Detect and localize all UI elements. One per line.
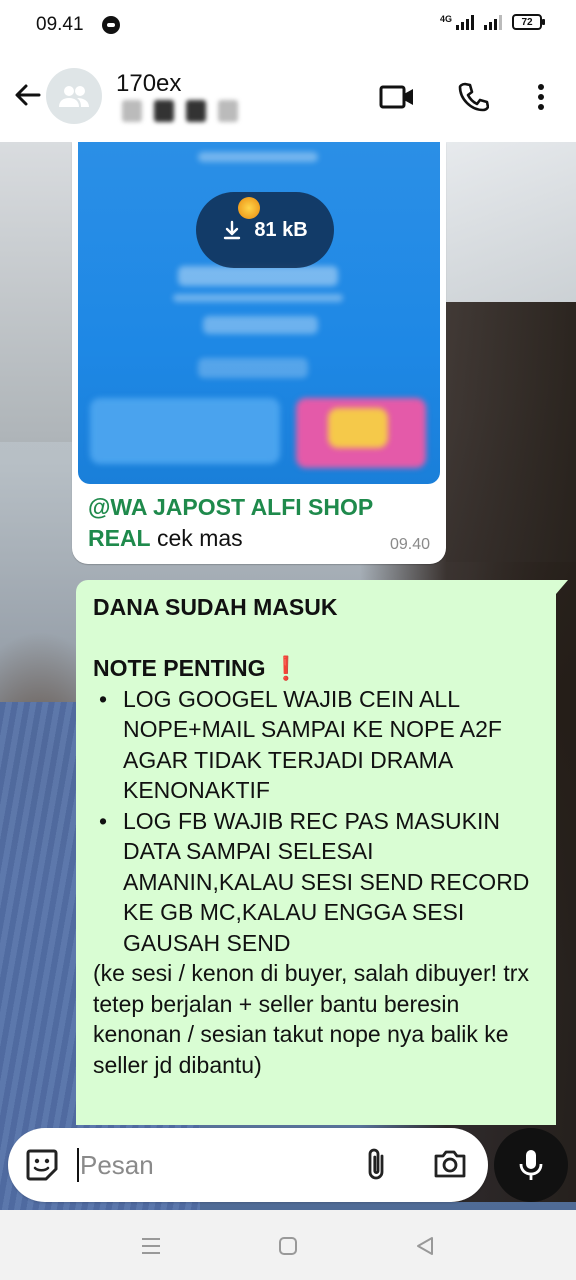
incoming-message-bubble[interactable]: 81 kB @WA JAPOST ALFI SHOP REAL cek mas …	[72, 142, 446, 564]
incoming-text: cek mas	[150, 525, 243, 551]
video-call-icon[interactable]	[378, 78, 416, 116]
chat-header: 170ex	[0, 50, 576, 142]
outgoing-text: DANA SUDAH MASUK NOTE PENTING ❗ LOG GOOG…	[93, 592, 543, 1080]
more-vert-icon[interactable]	[522, 78, 560, 116]
recents-icon[interactable]	[137, 1232, 165, 1260]
back-nav-icon[interactable]	[411, 1232, 439, 1260]
chat-subtitle-redacted	[122, 100, 238, 122]
download-button[interactable]: 81 kB	[196, 192, 334, 268]
note-footer: (ke sesi / kenon di buyer, salah dibuyer…	[93, 960, 529, 1078]
incoming-timestamp: 09.40	[389, 536, 430, 553]
battery-level: 72	[521, 16, 533, 28]
status-bar: 09.41 4G 72	[0, 0, 576, 50]
exclamation-emoji: ❗	[271, 655, 301, 681]
outgoing-message-bubble[interactable]: DANA SUDAH MASUK NOTE PENTING ❗ LOG GOOG…	[76, 580, 568, 1125]
group-avatar-icon[interactable]	[46, 68, 102, 124]
blurred-image-preview[interactable]: 81 kB	[78, 142, 440, 484]
chat-title[interactable]: 170ex	[116, 70, 181, 98]
camera-icon[interactable]	[432, 1148, 470, 1182]
status-time: 09.41	[36, 14, 84, 35]
home-icon[interactable]	[274, 1232, 302, 1260]
note-item: LOG GOOGEL WAJIB CEIN ALL NOPE+MAIL SAMP…	[93, 684, 543, 806]
note-list: LOG GOOGEL WAJIB CEIN ALL NOPE+MAIL SAMP…	[93, 684, 543, 959]
microphone-button[interactable]	[494, 1128, 568, 1202]
microphone-icon	[519, 1150, 543, 1180]
sticker-emoji-icon[interactable]	[24, 1147, 60, 1183]
download-icon	[224, 220, 241, 240]
message-composer[interactable]: Pesan	[8, 1128, 488, 1202]
sparkle-decoration	[238, 197, 260, 219]
phone-icon[interactable]	[454, 78, 492, 116]
outgoing-line-1: DANA SUDAH MASUK	[93, 594, 338, 620]
note-heading: NOTE PENTING ❗	[93, 655, 301, 681]
message-input[interactable]: Pesan	[80, 1150, 154, 1181]
battery-icon: 72	[512, 14, 545, 30]
attach-icon[interactable]	[360, 1146, 396, 1184]
status-indicators: 4G 72	[439, 14, 545, 30]
wallpaper-window-left	[0, 142, 72, 442]
back-arrow-icon[interactable]	[12, 80, 42, 110]
system-navigation-bar	[0, 1210, 576, 1280]
signal-icon	[456, 14, 474, 30]
download-size: 81 kB	[254, 218, 308, 241]
note-item: LOG FB WAJIB REC PAS MASUKIN DATA SAMPAI…	[93, 806, 543, 959]
network-type: 4G	[439, 14, 452, 24]
notification-icon	[102, 16, 120, 34]
text-cursor	[77, 1148, 79, 1182]
incoming-caption: @WA JAPOST ALFI SHOP REAL cek mas	[88, 492, 418, 554]
signal-icon-2	[484, 14, 502, 30]
